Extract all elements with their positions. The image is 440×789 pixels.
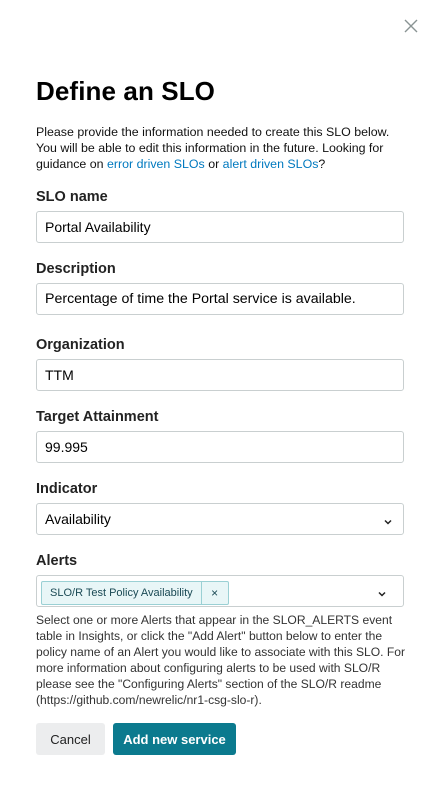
- chevron-down-icon: [383, 514, 393, 525]
- description-input[interactable]: Percentage of time the Portal service is…: [36, 283, 404, 315]
- error-driven-slos-link[interactable]: error driven SLOs: [107, 157, 205, 171]
- target-attainment-input[interactable]: 99.995: [36, 431, 404, 463]
- remove-tag-icon[interactable]: ×: [202, 582, 228, 604]
- organization-label: Organization: [36, 337, 125, 353]
- slo-name-label: SLO name: [36, 189, 108, 205]
- slo-name-input[interactable]: Portal Availability: [36, 211, 404, 243]
- indicator-label: Indicator: [36, 481, 98, 497]
- alerts-multiselect[interactable]: SLO/R Test Policy Availability ×: [36, 575, 404, 607]
- alert-driven-slos-link[interactable]: alert driven SLOs: [223, 157, 319, 171]
- target-attainment-label: Target Attainment: [36, 409, 159, 425]
- description-label: Description: [36, 261, 116, 277]
- alert-tag: SLO/R Test Policy Availability ×: [41, 581, 229, 605]
- add-new-service-button[interactable]: Add new service: [113, 723, 236, 755]
- indicator-select[interactable]: Availability: [36, 503, 404, 535]
- organization-input[interactable]: TTM: [36, 359, 404, 391]
- chevron-down-icon[interactable]: [377, 586, 387, 597]
- close-icon[interactable]: [403, 18, 419, 34]
- alert-tag-label: SLO/R Test Policy Availability: [42, 582, 202, 604]
- alerts-help-text: Select one or more Alerts that appear in…: [36, 613, 406, 707]
- cancel-button[interactable]: Cancel: [36, 723, 105, 755]
- dialog-title: Define an SLO: [36, 76, 215, 106]
- intro-text: Please provide the information needed to…: [36, 125, 390, 171]
- alerts-label: Alerts: [36, 553, 78, 569]
